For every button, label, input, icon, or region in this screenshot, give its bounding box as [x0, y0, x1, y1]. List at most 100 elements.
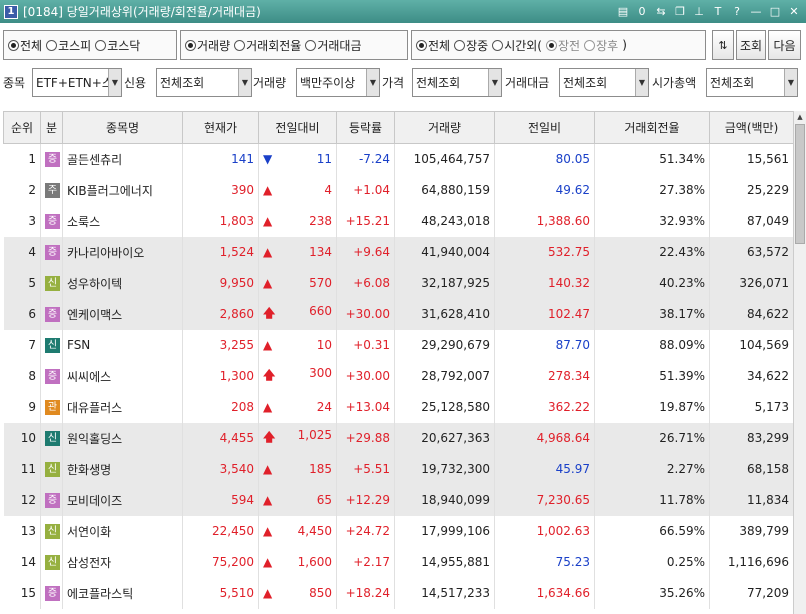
table-row[interactable]: 6 증 엔케이맥스 2,860 🡅 660 +30.00 31,628,410 102.47 38… — [3, 298, 794, 330]
stock-name-cell[interactable]: 소룩스 — [62, 205, 183, 237]
volume-filter-select[interactable]: 백만주이상 ▼ — [296, 68, 380, 97]
item-filter-select[interactable]: ETF+ETN+스 ▼ — [32, 68, 122, 97]
change-value: 11 — [316, 152, 332, 167]
table-row[interactable]: 1 증 골든센츄리 141 ▼ 11 -7.24 105,464,757 80.05 51.34%… — [3, 143, 794, 175]
scroll-thumb[interactable] — [795, 124, 805, 244]
market-radio-all[interactable]: 전체 — [8, 37, 42, 54]
market-radio-kosdaq[interactable]: 코스닥 — [95, 37, 140, 54]
table-row[interactable]: 2 주 KIB플러그에너지 390 ▲ 4 +1.04 64,880,159 49.62 27.3… — [3, 174, 794, 206]
stock-type-badge: 증 — [45, 245, 60, 260]
stock-name-cell[interactable]: 대유플러스 — [62, 391, 183, 423]
table-row[interactable]: 7 신 FSN 3,255 ▲ 10 +0.31 29,290,679 87.70 88.09% 1… — [3, 329, 794, 361]
price-cell: 390 — [182, 174, 259, 206]
chevron-down-icon: ▼ — [488, 69, 501, 96]
session-radio-all[interactable]: 전체 — [416, 37, 450, 54]
type-cell: 관 — [40, 391, 63, 423]
amount-filter-select[interactable]: 전체조회 ▼ — [559, 68, 649, 97]
up-triangle-icon: ▲ — [263, 555, 273, 569]
stock-name-cell[interactable]: 서연이화 — [62, 515, 183, 547]
col-header-volume[interactable]: 거래량 — [394, 111, 495, 144]
col-header-price[interactable]: 현재가 — [182, 111, 259, 144]
prev-ratio-cell: 140.32 — [494, 267, 595, 299]
pin-icon[interactable]: ⊥ — [691, 3, 707, 19]
stock-name-cell[interactable]: 성우하이텍 — [62, 267, 183, 299]
close-icon[interactable]: ✕ — [786, 3, 802, 19]
table-row[interactable]: 15 증 에코플라스틱 5,510 ▲ 850 +18.24 14,517,233 1,634.… — [3, 577, 794, 609]
session-radio-afterhours[interactable]: 시간외( — [492, 37, 542, 54]
table-row[interactable]: 10 신 원익홀딩스 4,455 🡅 1,025 +29.88 20,627,363 4,968… — [3, 422, 794, 454]
prev-ratio-cell: 278.34 — [494, 360, 595, 392]
maximize-icon[interactable]: □ — [767, 3, 783, 19]
change-cell: ▲ 134 — [258, 236, 337, 268]
mcap-filter-select[interactable]: 전체조회 ▼ — [706, 68, 798, 97]
stock-name-cell[interactable]: 골든센츄리 — [62, 143, 183, 175]
change-cell: 🡅 660 — [258, 298, 337, 330]
table-row[interactable]: 8 증 씨씨에스 1,300 🡅 300 +30.00 28,792,007 278.34 51.… — [3, 360, 794, 392]
col-header-prev-ratio[interactable]: 전일비 — [494, 111, 595, 144]
stock-type-badge: 증 — [45, 214, 60, 229]
table-row[interactable]: 14 신 삼성전자 75,200 ▲ 1,600 +2.17 14,955,881 75.23 0… — [3, 546, 794, 578]
table-row[interactable]: 4 증 카나리아바이오 1,524 ▲ 134 +9.64 41,940,004 532.75 2… — [3, 236, 794, 268]
type-cell: 증 — [40, 143, 63, 175]
stock-name-cell[interactable]: 씨씨에스 — [62, 360, 183, 392]
credit-filter-select[interactable]: 전체조회 ▼ — [156, 68, 252, 97]
type-cell: 신 — [40, 546, 63, 578]
price-filter-select[interactable]: 전체조회 ▼ — [412, 68, 502, 97]
metric-radio-volume[interactable]: 거래량 — [185, 37, 230, 54]
screen-number-icon[interactable]: 0 — [634, 3, 650, 19]
table-row[interactable]: 13 신 서연이화 22,450 ▲ 4,450 +24.72 17,999,106 1,002… — [3, 515, 794, 547]
sort-toggle-button[interactable]: ⇅ — [712, 30, 734, 60]
vertical-scrollbar[interactable]: ▲ — [793, 111, 806, 614]
amount-cell: 84,622 — [709, 298, 794, 330]
memo-icon[interactable]: ▤ — [615, 3, 631, 19]
table-row[interactable]: 9 관 대유플러스 208 ▲ 24 +13.04 25,128,580 362.22 19.87… — [3, 391, 794, 423]
table-row[interactable]: 12 증 모비데이즈 594 ▲ 65 +12.29 18,940,099 7,230.65 11… — [3, 484, 794, 516]
stock-name-cell[interactable]: 삼성전자 — [62, 546, 183, 578]
col-header-name[interactable]: 종목명 — [62, 111, 183, 144]
amount-cell: 77,209 — [709, 577, 794, 609]
market-radio-kospi[interactable]: 코스피 — [46, 37, 91, 54]
help-icon[interactable]: ? — [729, 3, 745, 19]
session-radio-intraday[interactable]: 장중 — [454, 37, 488, 54]
next-button[interactable]: 다음 — [768, 30, 801, 60]
col-header-rank[interactable]: 순위 — [3, 111, 41, 144]
rate-cell: +2.17 — [336, 546, 395, 578]
stock-name-cell[interactable]: 에코플라스틱 — [62, 577, 183, 609]
table-row[interactable]: 3 증 소룩스 1,803 ▲ 238 +15.21 48,243,018 1,388.60 32… — [3, 205, 794, 237]
table-row[interactable]: 11 신 한화생명 3,540 ▲ 185 +5.51 19,732,300 45.97 2.27… — [3, 453, 794, 485]
paren-close: ) — [622, 38, 627, 52]
metric-radio-turnover[interactable]: 거래회전율 — [234, 37, 301, 54]
rate-cell: +30.00 — [336, 298, 395, 330]
up-triangle-icon: ▲ — [263, 493, 273, 507]
col-header-rate[interactable]: 등락률 — [336, 111, 395, 144]
query-button[interactable]: 조회 — [736, 30, 766, 60]
stock-name-cell[interactable]: FSN — [62, 329, 183, 361]
volume-filter-label: 거래량 — [253, 76, 287, 90]
minimize-icon[interactable]: — — [748, 3, 764, 19]
session-radio-premarket[interactable]: 장전 — [546, 37, 580, 54]
link-icon[interactable]: ⇆ — [653, 3, 669, 19]
col-header-amount[interactable]: 금액(백만) — [709, 111, 794, 144]
stock-name-cell[interactable]: 엔케이맥스 — [62, 298, 183, 330]
metric-radio-amount[interactable]: 거래대금 — [305, 37, 362, 54]
rate-cell: +24.72 — [336, 515, 395, 547]
table-row[interactable]: 5 신 성우하이텍 9,950 ▲ 570 +6.08 32,187,925 140.32 40.… — [3, 267, 794, 299]
stock-name-cell[interactable]: 모비데이즈 — [62, 484, 183, 516]
rank-cell: 14 — [3, 546, 41, 578]
stock-name-cell[interactable]: 원익홀딩스 — [62, 422, 183, 454]
change-cell: ▲ 238 — [258, 205, 337, 237]
font-size-icon[interactable]: T — [710, 3, 726, 19]
copy-window-icon[interactable]: ❐ — [672, 3, 688, 19]
prev-ratio-cell: 532.75 — [494, 236, 595, 268]
turnover-cell: 38.17% — [594, 298, 710, 330]
stock-name-cell[interactable]: 한화생명 — [62, 453, 183, 485]
col-header-turnover[interactable]: 거래회전율 — [594, 111, 710, 144]
col-header-change[interactable]: 전일대비 — [258, 111, 337, 144]
volume-cell: 32,187,925 — [394, 267, 495, 299]
rank-cell: 7 — [3, 329, 41, 361]
scroll-up-icon[interactable]: ▲ — [794, 111, 806, 123]
session-radio-postmarket[interactable]: 장후 — [584, 37, 618, 54]
stock-name-cell[interactable]: 카나리아바이오 — [62, 236, 183, 268]
stock-name-cell[interactable]: KIB플러그에너지 — [62, 174, 183, 206]
col-header-type[interactable]: 분 — [40, 111, 63, 144]
